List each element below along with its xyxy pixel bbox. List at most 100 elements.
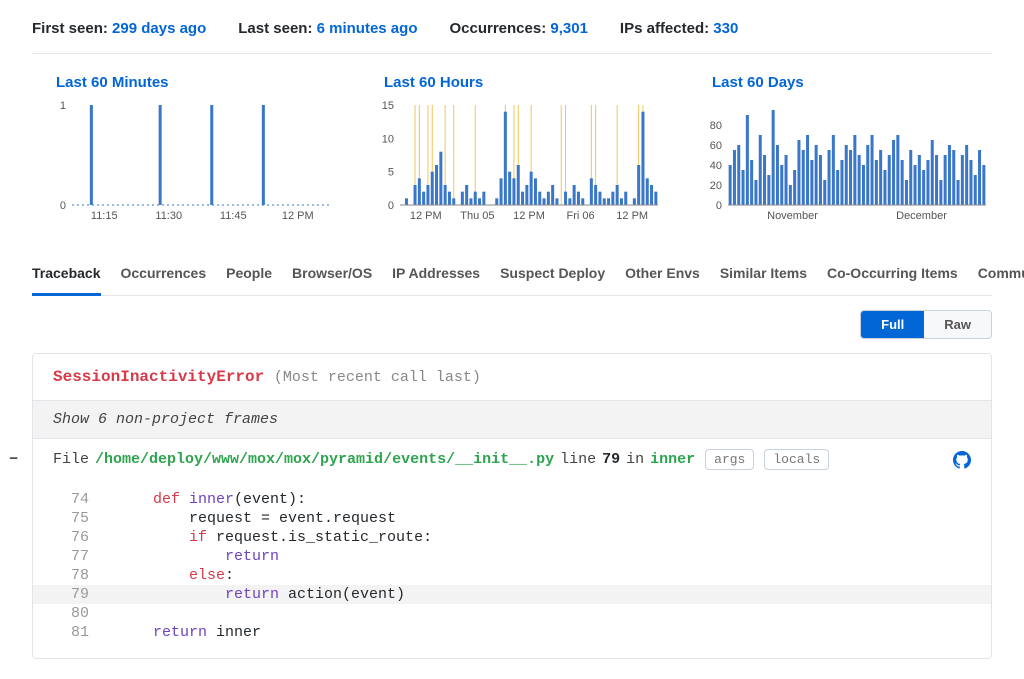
- line-number: 78: [53, 567, 89, 584]
- svg-text:November: November: [767, 210, 818, 222]
- chart-days-svg: 0 20 40 60 80 November December: [688, 99, 992, 229]
- chart-title: Last 60 Days: [688, 74, 992, 91]
- stats-row: First seen: 299 days ago Last seen: 6 mi…: [32, 20, 992, 54]
- code-line: 78 else:: [33, 566, 991, 585]
- svg-text:0: 0: [388, 200, 394, 212]
- line-number: 80: [53, 605, 89, 622]
- svg-text:12 PM: 12 PM: [616, 210, 648, 222]
- code-line: 76 if request.is_static_route:: [33, 528, 991, 547]
- occurrences-label: Occurrences:: [449, 20, 546, 37]
- collapse-icon[interactable]: −: [9, 451, 18, 468]
- most-recent-label: (Most recent call last): [274, 369, 481, 386]
- function-name: inner: [650, 451, 695, 468]
- code-text: return: [117, 548, 279, 565]
- code-line: 81 return inner: [33, 623, 991, 642]
- svg-text:12 PM: 12 PM: [410, 210, 442, 222]
- svg-text:5: 5: [388, 167, 394, 179]
- svg-text:0: 0: [716, 200, 722, 212]
- svg-text:60: 60: [710, 140, 722, 152]
- tab-suspect-deploy[interactable]: Suspect Deploy: [500, 253, 605, 295]
- tabs: Traceback Occurrences People Browser/OS IP A…: [32, 253, 992, 296]
- line-number: 75: [53, 510, 89, 527]
- ips-label: IPs affected:: [620, 20, 709, 37]
- svg-text:10: 10: [382, 133, 394, 145]
- frame-header: − File /home/deploy/www/mox/mox/pyramid/…: [33, 439, 991, 480]
- line-number: 76: [53, 529, 89, 546]
- last-seen-value[interactable]: 6 minutes ago: [317, 20, 418, 37]
- svg-text:20: 20: [710, 180, 722, 192]
- view-full-button[interactable]: Full: [861, 311, 924, 338]
- svg-text:40: 40: [710, 160, 722, 172]
- code-line: 80: [33, 604, 991, 623]
- svg-text:11:45: 11:45: [220, 210, 247, 222]
- view-raw-button[interactable]: Raw: [924, 311, 991, 338]
- code-text: request = event.request: [117, 510, 396, 527]
- code-line: 77 return: [33, 547, 991, 566]
- args-button[interactable]: args: [705, 449, 754, 470]
- tab-ip-addresses[interactable]: IP Addresses: [392, 253, 480, 295]
- chart-title: Last 60 Minutes: [32, 74, 336, 91]
- tab-people[interactable]: People: [226, 253, 272, 295]
- line-number: 79: [602, 451, 620, 468]
- svg-text:15: 15: [382, 100, 394, 112]
- code-block: 74 def inner(event): 75 request = event.…: [33, 480, 991, 658]
- file-path: /home/deploy/www/mox/mox/pyramid/events/…: [95, 451, 554, 468]
- code-text: return inner: [117, 624, 261, 641]
- github-icon[interactable]: [953, 451, 971, 469]
- svg-text:12 PM: 12 PM: [513, 210, 545, 222]
- tab-community-solutions[interactable]: Community Solutions: [978, 253, 1024, 295]
- occurrences-value[interactable]: 9,301: [550, 20, 588, 37]
- view-toggle-row: Full Raw: [32, 296, 992, 353]
- line-number: 81: [53, 624, 89, 641]
- last-seen-label: Last seen:: [238, 20, 312, 37]
- tab-similar-items[interactable]: Similar Items: [720, 253, 807, 295]
- file-label: File: [53, 451, 89, 468]
- first-seen-label: First seen:: [32, 20, 108, 37]
- stat-ips: IPs affected: 330: [620, 20, 738, 37]
- code-line: 74 def inner(event):: [33, 490, 991, 509]
- svg-text:1: 1: [60, 100, 66, 112]
- chart-minutes: Last 60 Minutes 0 1 11:15 11:30 11:45 12 PM: [32, 74, 336, 229]
- traceback-panel: SessionInactivityError (Most recent call…: [32, 353, 992, 659]
- ips-value[interactable]: 330: [713, 20, 738, 37]
- tab-browser-os[interactable]: Browser/OS: [292, 253, 372, 295]
- line-label: line: [560, 451, 596, 468]
- svg-text:12 PM: 12 PM: [282, 210, 314, 222]
- svg-text:11:30: 11:30: [155, 210, 182, 222]
- tab-co-occurring-items[interactable]: Co-Occurring Items: [827, 253, 958, 295]
- locals-button[interactable]: locals: [764, 449, 829, 470]
- chart-days: Last 60 Days 0 20 40 60 80 November December: [688, 74, 992, 229]
- svg-text:December: December: [896, 210, 947, 222]
- svg-text:Thu 05: Thu 05: [460, 210, 494, 222]
- show-nonproject-frames[interactable]: Show 6 non-project frames: [33, 401, 991, 439]
- chart-hours: Last 60 Hours 0 5 10 15 12 PM Thu 05 12 PM Fri …: [360, 74, 664, 229]
- stat-occurrences: Occurrences: 9,301: [449, 20, 587, 37]
- code-line-highlighted: 79 return action(event): [33, 585, 991, 604]
- stat-last-seen: Last seen: 6 minutes ago: [238, 20, 417, 37]
- svg-text:80: 80: [710, 120, 722, 132]
- error-class: SessionInactivityError: [53, 368, 264, 386]
- tab-traceback[interactable]: Traceback: [32, 253, 101, 296]
- code-line: 75 request = event.request: [33, 509, 991, 528]
- line-number: 79: [53, 586, 89, 603]
- svg-text:11:15: 11:15: [91, 210, 118, 222]
- line-number: 77: [53, 548, 89, 565]
- code-text: if request.is_static_route:: [117, 529, 432, 546]
- svg-text:Fri 06: Fri 06: [567, 210, 595, 222]
- tab-occurrences[interactable]: Occurrences: [121, 253, 207, 295]
- chart-title: Last 60 Hours: [360, 74, 664, 91]
- svg-text:0: 0: [60, 200, 66, 212]
- in-label: in: [626, 451, 644, 468]
- stat-first-seen: First seen: 299 days ago: [32, 20, 206, 37]
- code-text: def inner(event):: [117, 491, 306, 508]
- code-text: return action(event): [117, 586, 405, 603]
- chart-minutes-svg: 0 1 11:15 11:30 11:45 12 PM: [32, 99, 336, 229]
- tab-other-envs[interactable]: Other Envs: [625, 253, 700, 295]
- line-number: 74: [53, 491, 89, 508]
- charts-row: Last 60 Minutes 0 1 11:15 11:30 11:45 12 PM L…: [32, 54, 992, 245]
- traceback-header: SessionInactivityError (Most recent call…: [33, 354, 991, 401]
- code-text: else:: [117, 567, 234, 584]
- chart-hours-svg: 0 5 10 15 12 PM Thu 05 12 PM Fri 06 12 PM: [360, 99, 664, 229]
- first-seen-value[interactable]: 299 days ago: [112, 20, 206, 37]
- view-toggle: Full Raw: [860, 310, 992, 339]
